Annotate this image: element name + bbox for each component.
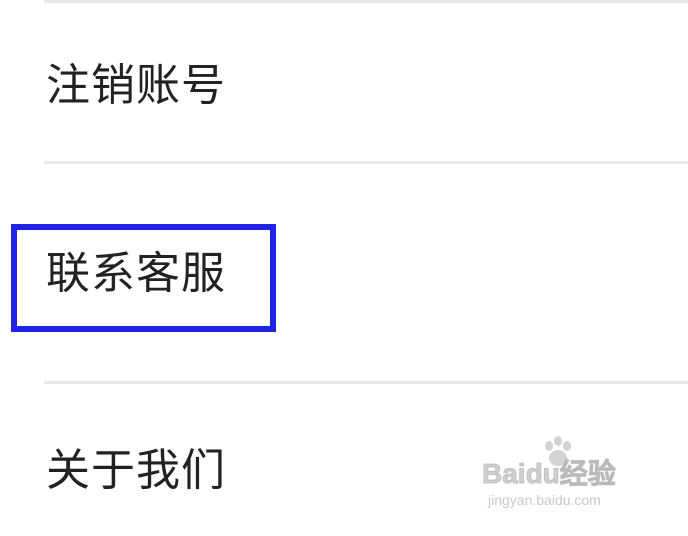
divider (44, 161, 688, 164)
menu-item-label: 关于我们 (46, 445, 226, 496)
menu-item-about-us[interactable]: 关于我们 (0, 410, 688, 520)
menu-item-label: 注销账号 (46, 60, 226, 111)
divider-top (44, 0, 688, 3)
menu-item-label: 联系客服 (46, 248, 226, 299)
menu-item-contact-support[interactable]: 联系客服 (0, 222, 688, 332)
menu-item-deactivate-account[interactable]: 注销账号 (0, 40, 688, 150)
divider (44, 381, 688, 384)
settings-menu-list: 注销账号 联系客服 关于我们 (0, 0, 688, 536)
